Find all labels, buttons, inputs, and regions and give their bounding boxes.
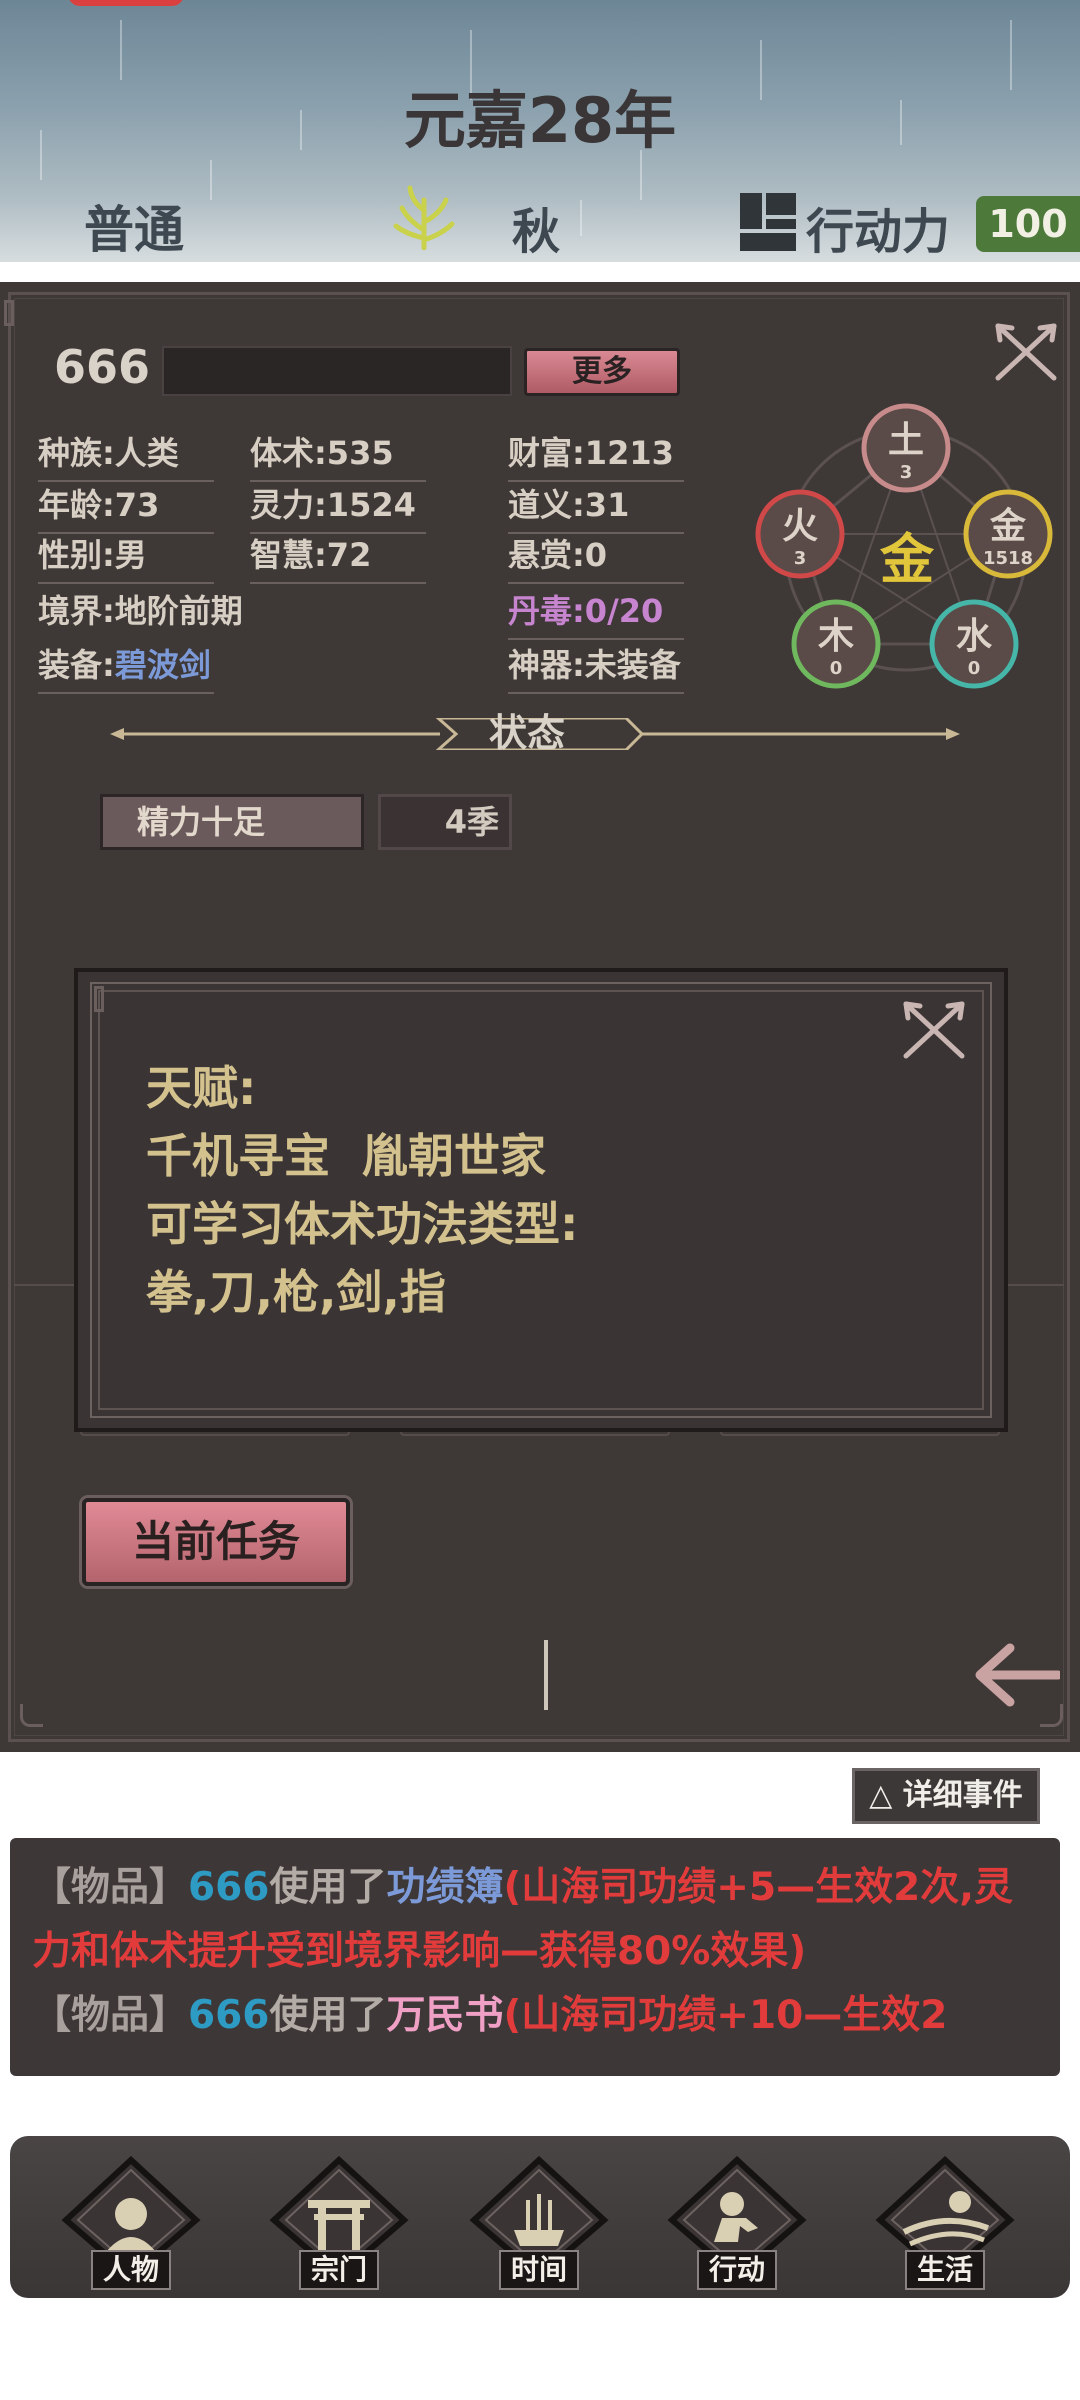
log-actor: 666 bbox=[188, 1993, 270, 2038]
nav-action[interactable]: 行动 bbox=[662, 2155, 812, 2292]
log-tag: 【物品】 bbox=[32, 1993, 189, 2038]
log-entry: 【物品】666使用了万民书(山海司功绩+10—生效2 bbox=[32, 1993, 947, 2038]
stat-gender: 性别:男 bbox=[38, 530, 214, 584]
notification-tab[interactable] bbox=[68, 0, 184, 6]
log-item: 万民书 bbox=[386, 1993, 504, 2038]
stat-spirit: 灵力:1524 bbox=[250, 480, 426, 534]
svg-text:水: 水 bbox=[956, 616, 993, 657]
buff-duration: 4季 bbox=[378, 794, 512, 850]
action-power-label: 行动力 bbox=[806, 204, 951, 260]
nav-life[interactable]: 生活 bbox=[870, 2155, 1020, 2292]
scroll-indicator bbox=[544, 1640, 548, 1710]
season-label: 秋 bbox=[512, 204, 561, 260]
svg-text:0: 0 bbox=[830, 658, 843, 679]
log-entry: 【物品】666使用了功绩簿(山海司功绩+5—生效2次,灵力和体术提升受到境界影响… bbox=[32, 1865, 1013, 1974]
element-fire[interactable]: 火 3 bbox=[755, 489, 845, 579]
wheat-icon bbox=[393, 185, 455, 250]
action-power-icon bbox=[740, 193, 796, 251]
five-elements-diagram: 金 土 3 金 1518 水 0 木 0 火 3 bbox=[755, 403, 1053, 689]
year-title: 元嘉28年 bbox=[403, 84, 677, 157]
talent-list: 千机寻宝 胤朝世家 bbox=[146, 1129, 547, 1183]
difficulty-mode: 普通 bbox=[84, 201, 184, 259]
action-power-value: 100 bbox=[976, 196, 1080, 252]
element-wood[interactable]: 木 0 bbox=[791, 599, 881, 689]
svg-text:0: 0 bbox=[968, 658, 981, 679]
nav-label: 时间 bbox=[499, 2250, 579, 2290]
stat-wisdom: 智慧:72 bbox=[250, 530, 426, 584]
nav-label: 行动 bbox=[697, 2250, 777, 2290]
skill-type-list: 拳,刀,枪,剑,指 bbox=[146, 1265, 446, 1319]
buff-name[interactable]: 精力十足 bbox=[100, 794, 364, 850]
stat-righteousness: 道义:31 bbox=[508, 480, 684, 534]
nav-sect[interactable]: 宗门 bbox=[264, 2155, 414, 2292]
svg-text:火: 火 bbox=[782, 506, 818, 547]
equipment-label: 装备: bbox=[38, 646, 115, 684]
close-icon[interactable] bbox=[992, 320, 1060, 384]
svg-text:3: 3 bbox=[900, 462, 913, 483]
panel-ornament bbox=[20, 1704, 43, 1727]
equipment-value[interactable]: 碧波剑 bbox=[115, 646, 211, 684]
stat-race: 种族:人类 bbox=[38, 428, 214, 482]
back-arrow-icon[interactable] bbox=[970, 1640, 1060, 1710]
stat-bounty: 悬赏:0 bbox=[508, 530, 684, 584]
svg-text:土: 土 bbox=[888, 420, 924, 461]
center-element: 金 bbox=[879, 528, 935, 591]
detail-events-button[interactable]: △ 详细事件 bbox=[852, 1768, 1040, 1824]
svg-text:金: 金 bbox=[989, 505, 1027, 547]
element-water[interactable]: 水 0 bbox=[929, 599, 1019, 689]
stat-realm: 境界:地阶前期 bbox=[38, 592, 243, 630]
title-slot bbox=[162, 346, 512, 396]
popup-close-icon[interactable] bbox=[900, 998, 968, 1062]
nav-label: 宗门 bbox=[299, 2250, 379, 2290]
element-metal[interactable]: 金 1518 bbox=[963, 489, 1053, 579]
nav-time[interactable]: 时间 bbox=[464, 2155, 614, 2292]
nav-label: 生活 bbox=[905, 2250, 985, 2290]
skill-type-heading: 可学习体术功法类型: bbox=[146, 1197, 579, 1251]
svg-text:木: 木 bbox=[818, 616, 854, 657]
element-earth[interactable]: 土 3 bbox=[861, 403, 951, 493]
stat-artifact: 神器:未装备 bbox=[508, 640, 684, 694]
log-effect: (山海司功绩+10—生效2 bbox=[503, 1993, 948, 2038]
stat-body: 体术:535 bbox=[250, 428, 426, 482]
more-button[interactable]: 更多 bbox=[524, 348, 680, 396]
current-task-button[interactable]: 当前任务 bbox=[82, 1498, 350, 1586]
stat-wealth: 财富:1213 bbox=[508, 428, 684, 482]
svg-text:1518: 1518 bbox=[983, 548, 1033, 569]
svg-text:3: 3 bbox=[794, 548, 807, 569]
log-tag: 【物品】 bbox=[32, 1865, 189, 1910]
popup-ornament bbox=[94, 986, 104, 1012]
stat-age: 年龄:73 bbox=[38, 480, 214, 534]
player-name: 666 bbox=[54, 340, 151, 394]
panel-ornament bbox=[1040, 1704, 1063, 1727]
log-verb: 使用了 bbox=[269, 1865, 387, 1910]
talent-heading: 天赋: bbox=[146, 1061, 257, 1115]
status-title: 状态 bbox=[488, 711, 565, 755]
log-verb: 使用了 bbox=[269, 1993, 387, 2038]
stat-equipment[interactable]: 装备:碧波剑 bbox=[38, 640, 214, 694]
nav-label: 人物 bbox=[91, 2250, 171, 2290]
event-log[interactable]: 【物品】666使用了功绩簿(山海司功绩+5—生效2次,灵力和体术提升受到境界影响… bbox=[10, 1838, 1060, 2076]
frame-ornament bbox=[4, 300, 14, 326]
stat-pill-poison: 丹毒:0/20 bbox=[508, 586, 684, 640]
log-item: 功绩簿 bbox=[386, 1865, 504, 1910]
nav-character[interactable]: 人物 bbox=[56, 2155, 206, 2292]
log-actor: 666 bbox=[188, 1865, 270, 1910]
